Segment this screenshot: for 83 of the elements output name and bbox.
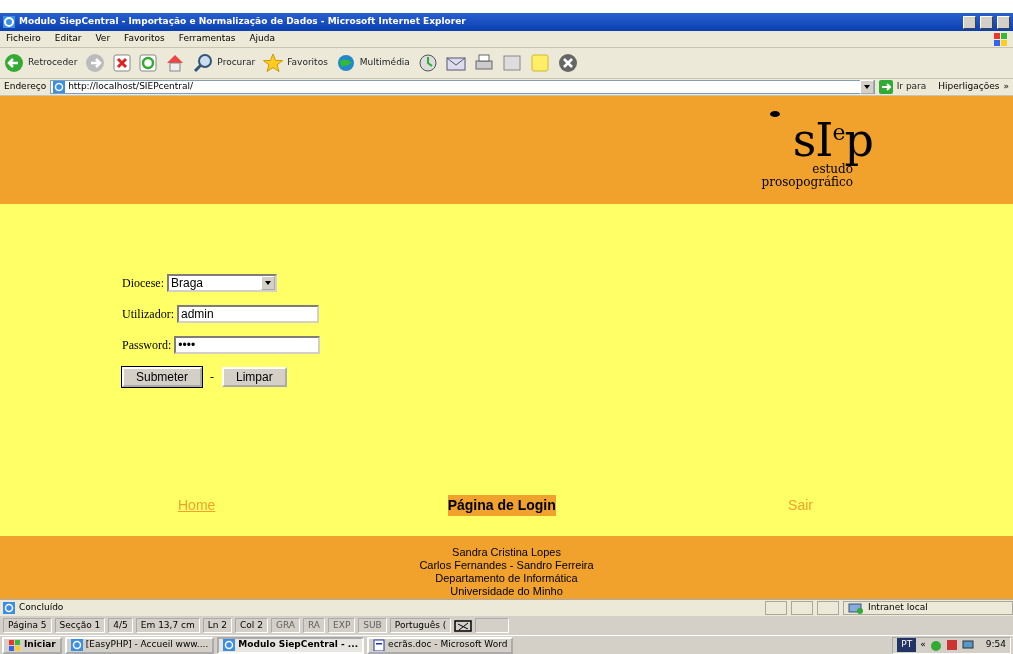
field-label: Utilizador:	[122, 306, 174, 323]
document-icon	[373, 639, 386, 651]
status-field: RA	[303, 618, 326, 633]
media-button[interactable]: Multimédia	[335, 53, 410, 73]
browser-icon	[70, 639, 83, 651]
menu-item[interactable]: Editar	[54, 32, 82, 46]
menu-item[interactable]: Favoritos	[124, 32, 165, 46]
status-field: 4/5	[108, 618, 133, 633]
page-icon	[53, 81, 66, 93]
back-button[interactable]: Retroceder	[4, 53, 78, 73]
minimize-button[interactable]	[963, 15, 976, 29]
tray-expand-chevron[interactable]: «	[920, 638, 926, 652]
search-button[interactable]: Procurar	[193, 53, 256, 73]
clock: 9:54	[985, 638, 1006, 652]
status-pane	[817, 601, 839, 615]
status-field: Português (	[389, 618, 452, 633]
separator-text: -	[210, 369, 215, 386]
menu-item[interactable]: Ajuda	[249, 32, 276, 46]
address-field[interactable]: http://localhost/SIEPcentral/	[50, 80, 875, 94]
status-field: EXP	[328, 618, 356, 633]
refresh-icon[interactable]	[139, 54, 158, 72]
field-label: Password:	[122, 337, 172, 354]
windows-logo-icon	[992, 30, 1009, 48]
status-field: Em 13,7 cm	[135, 618, 200, 633]
dropdown-arrow-icon[interactable]	[265, 281, 271, 285]
diocese-dropdown[interactable]: Braga	[167, 274, 277, 292]
taskbar-button[interactable]: ecrãs.doc - Microsoft Word	[367, 636, 514, 654]
monitor-icon[interactable]	[961, 639, 974, 651]
close-button[interactable]	[997, 15, 1010, 29]
footer-text: Universidade do Minho	[450, 585, 563, 598]
antivirus-icon[interactable]	[945, 639, 958, 651]
status-field: GRA	[270, 618, 300, 633]
menu-item[interactable]: Ficheiro	[6, 32, 41, 46]
status-field: Ln 2	[202, 618, 233, 633]
taskbar-button[interactable]: [EasyPHP] - Accueil www....	[64, 636, 215, 654]
favorites-button[interactable]: Favoritos	[263, 53, 328, 73]
status-pane	[791, 601, 813, 615]
username-field[interactable]: admin	[177, 305, 319, 323]
start-button[interactable]: Iniciar	[2, 636, 62, 654]
dropdown-arrow-icon[interactable]	[863, 85, 870, 89]
address-label: Endereço	[4, 80, 47, 94]
page-done-icon	[3, 602, 15, 614]
more-chevron[interactable]: »	[1003, 80, 1009, 94]
language-indicator[interactable]: PT	[897, 638, 917, 652]
messenger-icon[interactable]	[557, 53, 578, 73]
search-icon	[193, 53, 214, 73]
menu-item[interactable]: Ferramentas	[178, 32, 236, 46]
clear-button[interactable]: Limpar	[222, 367, 287, 387]
zone-text: Intranet local	[868, 601, 928, 615]
logo-dot-icon	[769, 110, 780, 117]
intranet-icon	[848, 601, 864, 615]
status-field: Secção 1	[54, 618, 106, 633]
browser-icon	[223, 639, 236, 651]
status-text: Concluído	[19, 601, 64, 615]
star-icon	[263, 53, 284, 73]
home-icon[interactable]	[165, 53, 186, 73]
windows-flag-icon	[8, 638, 21, 652]
go-button[interactable]: Ir para	[878, 80, 927, 94]
status-field: Página 5	[3, 618, 52, 633]
url-text: http://localhost/SIEPcentral/	[68, 80, 194, 94]
history-icon[interactable]	[417, 53, 438, 73]
nav-link[interactable]: Página de Login	[447, 495, 556, 516]
ie-icon	[3, 16, 15, 28]
go-arrow-icon	[878, 80, 893, 94]
status-field	[475, 618, 510, 633]
logo-subtitle: prosopográfico	[761, 176, 853, 190]
field-label: Diocese:	[122, 275, 164, 292]
menu-item[interactable]: Ver	[95, 32, 111, 46]
stop-icon[interactable]	[113, 54, 132, 72]
taskbar-button[interactable]: Modulo SiepCentral - ...	[217, 636, 365, 654]
footer-text: Departamento de Informática	[435, 572, 578, 585]
globe-icon	[335, 53, 356, 73]
password-field[interactable]: ••••	[174, 336, 321, 354]
status-pane	[765, 601, 787, 615]
status-field: Col 2	[235, 618, 268, 633]
window-title: Modulo SiepCentral - Importação e Normalização de Dados - Microsoft Internet Explorer	[19, 15, 467, 29]
footer-text: Carlos Fernandes - Sandro Ferreira	[419, 559, 594, 572]
printer-icon[interactable]	[473, 53, 494, 73]
links-label[interactable]: Hiperligações	[938, 80, 1000, 94]
submit-button[interactable]: Submeter	[122, 367, 203, 387]
status-field: SUB	[358, 618, 387, 633]
footer-text: Sandra Cristina Lopes	[452, 546, 561, 559]
maximize-button[interactable]	[980, 15, 993, 29]
